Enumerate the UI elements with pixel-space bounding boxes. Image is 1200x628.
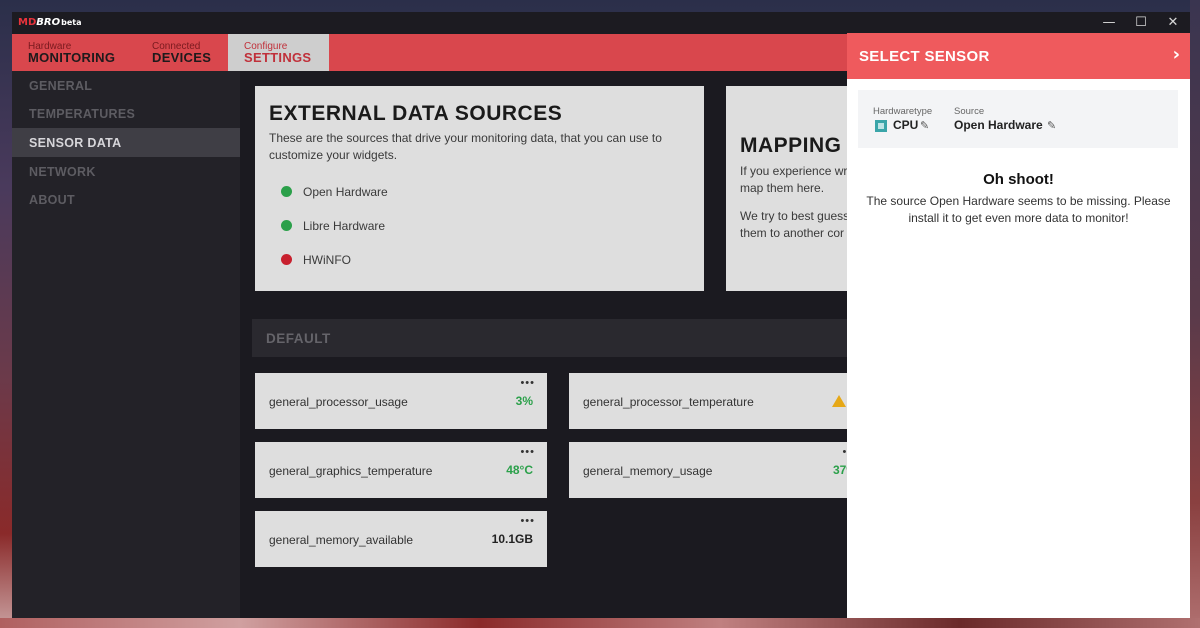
minimize-button[interactable]: — (1092, 12, 1126, 34)
panel-title: SELECT SENSOR (859, 48, 990, 65)
default-section-header[interactable]: DEFAULT (252, 319, 862, 357)
external-sources-description: These are the sources that drive your mo… (269, 131, 662, 162)
status-ok-icon (281, 220, 292, 231)
sensor-name: general_memory_available (269, 533, 414, 547)
sensor-name: general_processor_temperature (583, 395, 754, 409)
tab-devices-label: DEVICES (152, 50, 212, 65)
sidebar-item-label: SENSOR DATA (29, 136, 122, 150)
tab-monitoring-label: MONITORING (28, 50, 116, 65)
sidebar-item-label: ABOUT (29, 193, 75, 207)
sidebar-item-about[interactable]: ABOUT (12, 185, 240, 214)
sidebar-item-network[interactable]: NETWORK (12, 157, 240, 186)
app-logo: MD BRO beta (18, 17, 81, 29)
tab-devices[interactable]: Connected DEVICES (136, 34, 228, 71)
external-sources-card: EXTERNAL DATA SOURCES These are the sour… (255, 86, 704, 291)
sensor-value: 48°C (506, 463, 533, 477)
default-section-title: DEFAULT (266, 331, 331, 346)
more-options-icon[interactable]: ••• (520, 378, 535, 389)
sensor-card[interactable]: general_memory_available ••• 10.1GB (255, 511, 547, 567)
sensor-card[interactable]: general_graphics_temperature ••• 48°C (255, 442, 547, 498)
mapping-title: MAPPING (740, 134, 842, 157)
sensor-card[interactable]: general_processor_temperature (569, 373, 859, 429)
sensor-name: general_processor_usage (269, 395, 408, 409)
sidebar-item-label: NETWORK (29, 165, 96, 179)
hardware-selection-box: Hardwaretype CPU ✎ Source Open Hardware … (858, 90, 1178, 148)
panel-header: SELECT SENSOR › (847, 33, 1190, 79)
edit-hardwaretype-icon[interactable]: ✎ (920, 119, 929, 132)
maximize-button[interactable]: ☐ (1124, 12, 1158, 34)
sensor-name: general_graphics_temperature (269, 464, 433, 478)
sidebar-item-general[interactable]: GENERAL (12, 71, 240, 100)
desktop-background-right (1190, 0, 1200, 628)
sensor-card[interactable]: general_memory_usage ••• 37% (569, 442, 859, 498)
status-missing-icon (281, 254, 292, 265)
logo-part-md: MD (18, 17, 37, 28)
title-bar: MD BRO beta — ☐ ✕ (12, 12, 1190, 34)
missing-source-message: The source Open Hardware seems to be mis… (866, 194, 1171, 225)
cpu-chip-icon (875, 120, 887, 132)
status-ok-icon (281, 186, 292, 197)
sidebar-item-sensor-data[interactable]: SENSOR DATA (12, 128, 240, 157)
mapping-card: MAPPING If you experience wr map them he… (726, 86, 866, 291)
settings-sidebar: GENERAL TEMPERATURES SENSOR DATA NETWORK… (12, 71, 240, 618)
source-label: Source (954, 106, 985, 117)
sensor-value: 10.1GB (491, 532, 533, 546)
hardwaretype-label: Hardwaretype (873, 106, 933, 117)
chevron-right-icon[interactable]: › (1173, 44, 1180, 65)
close-button[interactable]: ✕ (1156, 12, 1190, 34)
desktop-background-bottom (0, 618, 1200, 628)
sensor-card[interactable]: general_processor_usage ••• 3% (255, 373, 547, 429)
more-options-icon[interactable]: ••• (520, 447, 535, 458)
warning-icon (832, 395, 846, 407)
tab-settings[interactable]: Configure SETTINGS (228, 34, 329, 71)
logo-part-beta: beta (61, 18, 82, 27)
sensor-name: general_memory_usage (583, 464, 713, 478)
select-sensor-panel: SELECT SENSOR › Hardwaretype CPU ✎ Sourc… (847, 33, 1190, 618)
tab-settings-label: SETTINGS (244, 50, 312, 65)
hardwaretype-value[interactable]: CPU (893, 118, 918, 132)
sidebar-item-temperatures[interactable]: TEMPERATURES (12, 99, 240, 128)
source-name: Open Hardware (303, 185, 388, 199)
source-name: HWiNFO (303, 253, 351, 267)
sensor-value: 3% (515, 394, 533, 408)
missing-source-heading: Oh shoot! (983, 171, 1054, 188)
sidebar-item-label: GENERAL (29, 79, 93, 93)
edit-source-icon[interactable]: ✎ (1047, 119, 1056, 132)
more-options-icon[interactable]: ••• (520, 516, 535, 527)
external-sources-title: EXTERNAL DATA SOURCES (269, 102, 563, 125)
source-value[interactable]: Open Hardware (954, 118, 1043, 132)
source-name: Libre Hardware (303, 219, 386, 233)
logo-part-bro: BRO (36, 17, 61, 28)
tab-monitoring[interactable]: Hardware MONITORING (12, 34, 132, 71)
sidebar-item-label: TEMPERATURES (29, 107, 136, 121)
